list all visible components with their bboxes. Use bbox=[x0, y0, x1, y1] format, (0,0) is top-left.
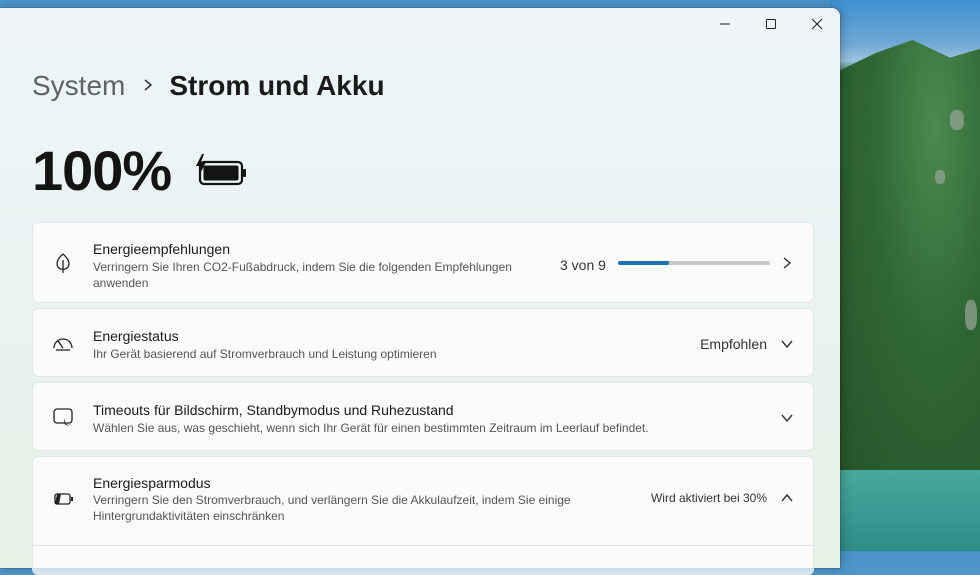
chevron-up-icon bbox=[779, 490, 795, 506]
screen-sleep-timeouts-description: Wählen Sie aus, was geschieht, wenn sich… bbox=[93, 421, 649, 435]
energy-saver-expanded-area bbox=[32, 545, 814, 575]
energy-saver-threshold: Wird aktiviert bei 30% bbox=[650, 491, 767, 505]
energy-recommendations-description: Verringern Sie Ihren CO2-Fußabdruck, ind… bbox=[93, 260, 512, 290]
battery-saver-icon bbox=[51, 487, 75, 511]
settings-window: System Strom und Akku 100% Energieempfeh… bbox=[0, 8, 840, 575]
screen-sleep-timeouts-title: Timeouts für Bildschirm, Standbymodus un… bbox=[93, 402, 454, 418]
recommendations-progress-bar bbox=[618, 261, 770, 265]
maximize-icon bbox=[766, 19, 776, 29]
minimize-icon bbox=[720, 23, 730, 25]
screen-moon-icon bbox=[51, 405, 75, 429]
gauge-icon bbox=[51, 331, 75, 355]
chevron-down-icon bbox=[779, 410, 795, 426]
battery-status: 100% bbox=[32, 138, 249, 203]
battery-charging-icon bbox=[193, 152, 249, 193]
energy-recommendations-title: Energieempfehlungen bbox=[93, 241, 230, 257]
power-mode-card[interactable]: Energiestatus Ihr Gerät basierend auf St… bbox=[32, 308, 814, 377]
desktop-wallpaper bbox=[830, 0, 980, 551]
window-controls bbox=[702, 8, 840, 40]
screen-sleep-timeouts-card[interactable]: Timeouts für Bildschirm, Standbymodus un… bbox=[32, 382, 814, 451]
energy-saver-card[interactable]: Energiesparmodus Verringern Sie den Stro… bbox=[32, 456, 814, 546]
breadcrumb-parent-system[interactable]: System bbox=[32, 70, 125, 102]
close-button[interactable] bbox=[794, 8, 840, 40]
power-mode-title: Energiestatus bbox=[93, 328, 179, 344]
page-title: Strom und Akku bbox=[169, 70, 385, 101]
breadcrumb: System Strom und Akku bbox=[32, 70, 385, 102]
energy-saver-description: Verringern Sie den Stromverbrauch, und v… bbox=[93, 493, 571, 523]
power-mode-value: Empfohlen bbox=[700, 336, 767, 352]
recommendations-progress-fill bbox=[618, 261, 669, 265]
chevron-right-icon bbox=[143, 76, 153, 97]
chevron-down-icon bbox=[779, 336, 795, 352]
power-mode-description: Ihr Gerät basierend auf Stromverbrauch u… bbox=[93, 347, 437, 361]
leaf-icon bbox=[51, 251, 75, 275]
recommendations-count: 3 von 9 bbox=[560, 257, 606, 273]
close-icon bbox=[811, 18, 823, 30]
battery-percentage: 100% bbox=[32, 139, 172, 202]
maximize-button[interactable] bbox=[748, 8, 794, 40]
minimize-button[interactable] bbox=[702, 8, 748, 40]
energy-saver-title: Energiesparmodus bbox=[93, 475, 211, 491]
chevron-right-icon bbox=[779, 255, 795, 271]
energy-recommendations-card[interactable]: Energieempfehlungen Verringern Sie Ihren… bbox=[32, 222, 814, 303]
